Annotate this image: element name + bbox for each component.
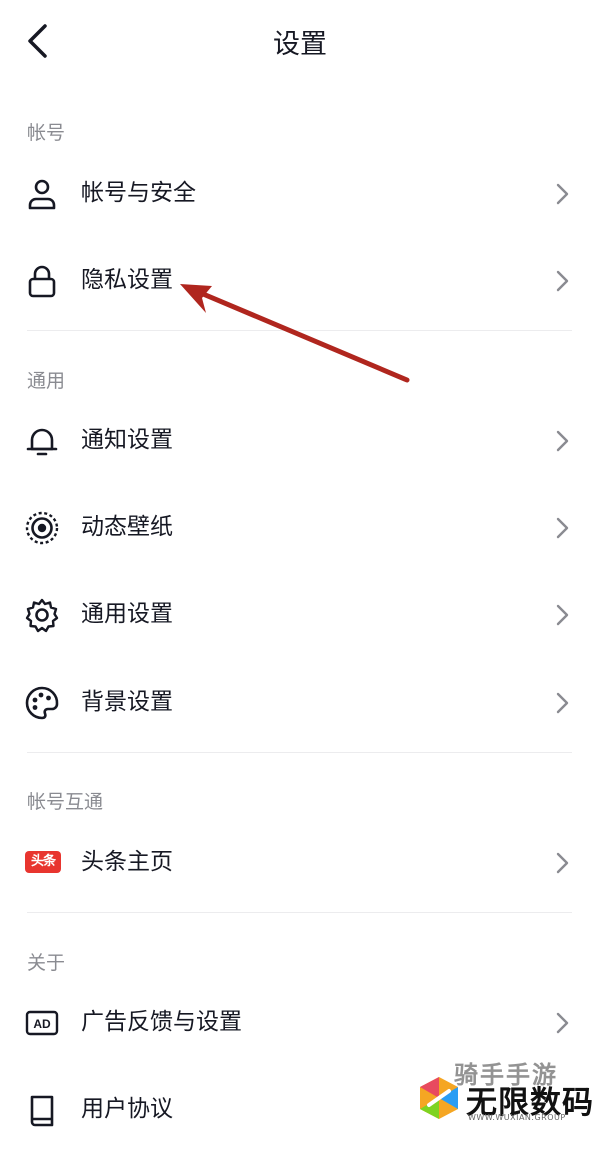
settings-row-ad-feedback[interactable]: AD 广告反馈与设置 [0, 983, 600, 1063]
ad-icon: AD [25, 1010, 59, 1036]
chevron-right-icon [556, 183, 569, 205]
user-icon [28, 179, 56, 210]
chevron-right-icon [556, 1012, 569, 1034]
settings-row-account-security[interactable]: 帐号与安全 [0, 154, 600, 234]
settings-row-privacy[interactable]: 隐私设置 [0, 241, 600, 321]
settings-row-toutiao-home[interactable]: 头条 头条主页 [0, 823, 600, 903]
row-label: 隐私设置 [81, 267, 173, 293]
settings-row-live-wallpaper[interactable]: 动态壁纸 [0, 488, 600, 568]
nav-bar: 设置 [0, 0, 600, 84]
settings-row-user-agreement[interactable]: 用户协议 [0, 1070, 600, 1150]
chevron-right-icon [556, 517, 569, 539]
section-header-account: 帐号 [27, 122, 66, 144]
page-title: 设置 [273, 29, 327, 60]
row-label: 动态壁纸 [81, 514, 173, 540]
toutiao-icon: 头条 [25, 851, 61, 873]
gear-icon [25, 598, 59, 633]
ad-icon-text: AD [33, 1017, 51, 1031]
section-header-about: 关于 [27, 952, 66, 974]
row-label: 广告反馈与设置 [81, 1009, 242, 1035]
settings-row-general[interactable]: 通用设置 [0, 575, 600, 655]
section-header-general: 通用 [27, 370, 66, 392]
row-label: 用户协议 [81, 1096, 173, 1122]
chevron-right-icon [556, 604, 569, 626]
row-label: 头条主页 [81, 849, 173, 875]
palette-icon [25, 686, 59, 720]
section-divider [27, 752, 572, 753]
section-header-linked-accounts: 帐号互通 [27, 791, 104, 813]
live-wallpaper-icon [25, 511, 59, 545]
row-label: 帐号与安全 [81, 180, 196, 206]
row-label: 背景设置 [81, 689, 173, 715]
row-label: 通用设置 [81, 601, 173, 627]
settings-row-background[interactable]: 背景设置 [0, 663, 600, 743]
chevron-right-icon [556, 852, 569, 874]
lock-icon [28, 265, 56, 298]
bell-icon [26, 428, 58, 456]
section-divider [27, 330, 572, 331]
row-label: 通知设置 [81, 427, 173, 453]
chevron-right-icon [556, 430, 569, 452]
settings-row-notifications[interactable]: 通知设置 [0, 401, 600, 481]
chevron-right-icon [556, 692, 569, 714]
chevron-right-icon [556, 270, 569, 292]
section-divider [27, 912, 572, 913]
book-icon [30, 1095, 54, 1127]
